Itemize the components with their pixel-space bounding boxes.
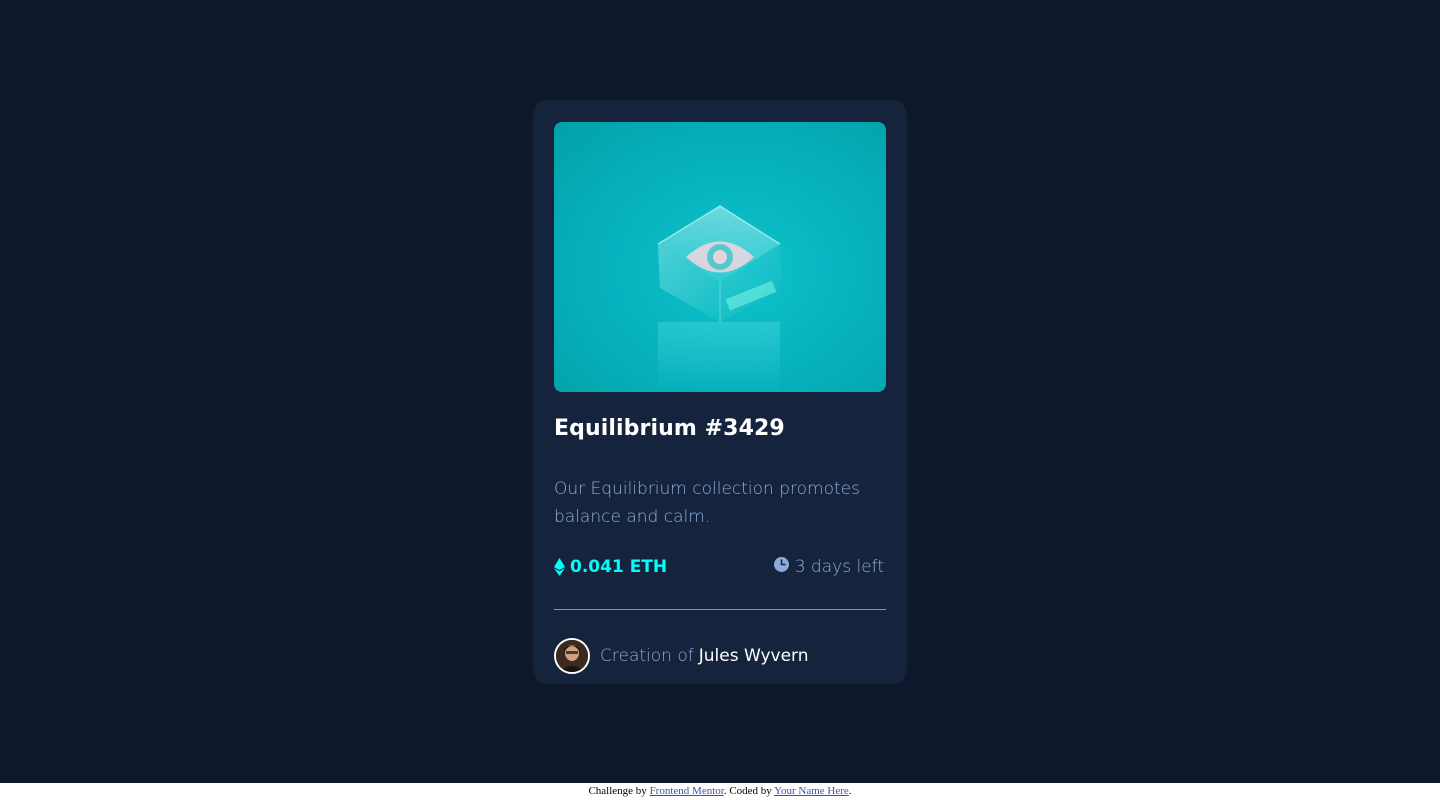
price-value: 0.041 ETH — [570, 557, 668, 577]
ethereum-icon — [554, 558, 565, 576]
attribution-middle: . Coded by — [723, 785, 772, 797]
nft-preview-card: Equilibrium #3429 Our Equilibrium collec… — [533, 100, 907, 684]
price: 0.041 ETH — [554, 554, 667, 580]
attribution: Challenge by Frontend Mentor. Coded by Y… — [0, 783, 1440, 800]
creator: Creation of Jules Wyvern — [554, 638, 809, 674]
clock-icon — [773, 556, 789, 572]
card-title[interactable]: Equilibrium #3429 — [554, 416, 785, 441]
equilibrium-cube-eye-icon — [657, 205, 782, 392]
frontend-mentor-link[interactable]: Frontend Mentor — [650, 785, 724, 797]
nft-image[interactable] — [554, 122, 886, 392]
time-left: 3 days left — [773, 554, 884, 580]
author-link[interactable]: Your Name Here — [774, 785, 849, 797]
attribution-prefix: Challenge by — [588, 785, 647, 797]
avatar-image — [556, 640, 588, 672]
time-value: 3 days left — [794, 557, 884, 577]
creator-name[interactable]: Jules Wyvern — [699, 646, 809, 666]
divider — [554, 609, 886, 610]
attribution-suffix: . — [848, 785, 852, 797]
card-description: Our Equilibrium collection promotes bala… — [554, 479, 860, 527]
creator-prefix: Creation of — [600, 646, 694, 666]
avatar — [554, 638, 590, 674]
